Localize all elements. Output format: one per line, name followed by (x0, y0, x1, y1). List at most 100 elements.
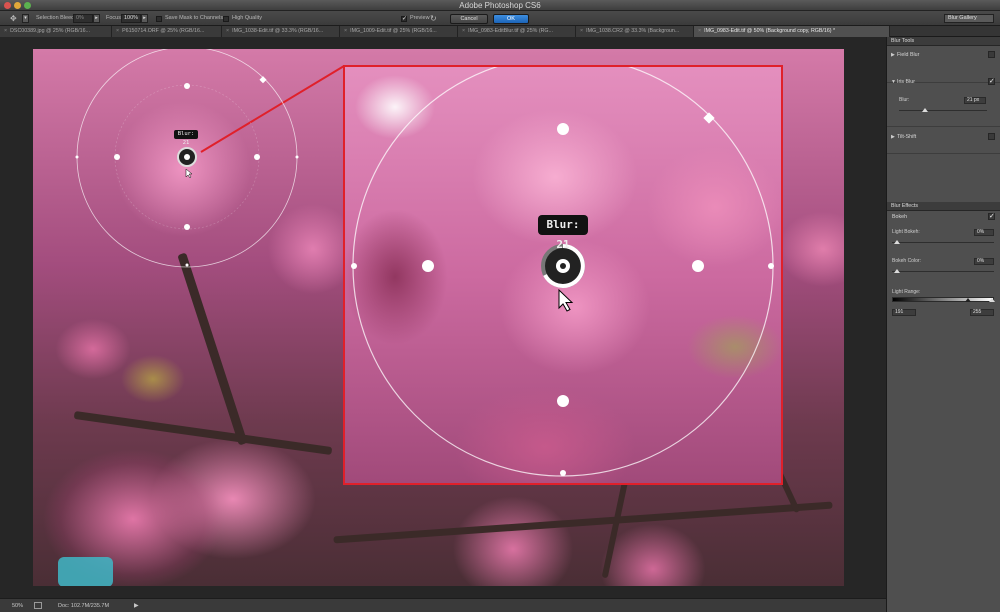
high-quality-checkbox[interactable] (223, 15, 229, 22)
ellipse-handle[interactable] (351, 263, 357, 269)
light-range-max-thumb[interactable] (989, 298, 995, 302)
blur-amount-label-large: Blur: 21 (538, 215, 588, 251)
tab-close-icon[interactable]: × (462, 28, 465, 34)
selection-bleed-label: Selection Bleed: (36, 15, 76, 21)
tilt-shift-checkbox[interactable] (988, 133, 995, 140)
tab-close-icon[interactable]: × (116, 28, 119, 34)
feather-handle[interactable] (422, 260, 434, 272)
expand-triangle-icon[interactable]: ▶ (891, 133, 895, 141)
cursor-arrow-icon (558, 288, 574, 312)
iris-blur-label: Iris Blur (897, 79, 915, 85)
blur-label: Blur: (899, 97, 910, 103)
blur-center-dot (560, 263, 566, 269)
document-tab-active[interactable]: × IMG_0983-Edit.tif @ 50% (Background cop… (694, 26, 890, 37)
roundness-handle[interactable] (259, 76, 267, 84)
light-bokeh-field[interactable]: 0% (974, 229, 994, 236)
roundness-handle[interactable] (703, 112, 715, 124)
iris-blur-section[interactable]: ▼ Iris Blur Blur: 21 px (887, 75, 1000, 127)
light-bokeh-slider-thumb[interactable] (894, 240, 900, 244)
feather-handle[interactable] (557, 123, 569, 135)
ellipse-handle[interactable] (75, 155, 79, 159)
tool-preset-dropdown[interactable]: ▾ (22, 14, 29, 23)
document-tab[interactable]: × P6150714.ORF @ 25% (RGB/16... (112, 26, 222, 37)
feather-handle[interactable] (557, 395, 569, 407)
document-tab[interactable]: × IMG_1009-Edit.tif @ 25% (RGB/16... (340, 26, 458, 37)
feather-handle[interactable] (692, 260, 704, 272)
high-quality-label: High Quality (232, 15, 262, 21)
document-size: Doc: 102.7M/235.7M (58, 603, 110, 609)
focus-dropdown[interactable]: ▸ (141, 14, 148, 23)
blur-slider-thumb[interactable] (922, 108, 929, 112)
window-title: Adobe Photoshop CS6 (459, 1, 541, 10)
blur-panel: Blur Tools ▶ Field Blur ▼ Iris Blur Blur… (886, 37, 1000, 612)
cursor-arrow-icon (185, 168, 193, 179)
save-mask-label: Save Mask to Channels (165, 15, 224, 21)
blur-tool-icon[interactable]: ✥ (10, 14, 20, 23)
light-range-min-field[interactable]: 191 (892, 309, 916, 316)
reset-pins-icon[interactable]: ↻ (430, 14, 437, 23)
feather-handle[interactable] (184, 224, 190, 230)
photo-canvas[interactable]: Blur: 21 Blur: 21 (33, 49, 844, 586)
bokeh-checkbox[interactable] (988, 212, 995, 220)
field-blur-checkbox[interactable] (988, 51, 995, 58)
light-range-min-thumb[interactable] (965, 298, 971, 302)
tilt-shift-section[interactable]: ▶ Tilt-Shift (887, 129, 1000, 154)
preview-checkbox[interactable] (401, 15, 407, 22)
zoom-level[interactable]: 50% (12, 602, 23, 610)
feather-handle[interactable] (184, 83, 190, 89)
magnified-inset: Blur: 21 (343, 65, 783, 485)
save-mask-checkbox[interactable] (156, 15, 162, 22)
field-blur-label: Field Blur (897, 52, 920, 58)
tab-close-icon[interactable]: × (4, 28, 7, 34)
callout-line (200, 65, 345, 153)
blur-effects-header: Blur Effects (887, 202, 1000, 211)
feather-handle[interactable] (254, 154, 260, 160)
document-tab[interactable]: × IMG_0983-EditBlur.tif @ 25% (RG... (458, 26, 576, 37)
expand-triangle-icon[interactable]: ▶ (891, 51, 895, 59)
collapse-triangle-icon[interactable]: ▼ (891, 78, 896, 86)
bokeh-color-field[interactable]: 0% (974, 258, 994, 265)
title-bar: Adobe Photoshop CS6 (0, 0, 1000, 11)
light-range-gradient[interactable] (892, 297, 994, 302)
selection-bleed-dropdown[interactable]: ▸ (93, 14, 100, 23)
status-menu-arrow-icon[interactable]: ▶ (134, 602, 139, 610)
light-range-max-field[interactable]: 255 (970, 309, 994, 316)
blur-value-field[interactable]: 21 px (964, 97, 986, 104)
bokeh-color-slider-thumb[interactable] (894, 269, 900, 273)
document-tab-bar: × DSC00389.jpg @ 25% (RGB/16... × P6150714… (0, 26, 1000, 37)
blur-tools-header: Blur Tools (887, 37, 1000, 46)
cancel-button[interactable]: Cancel (450, 13, 488, 24)
document-tab[interactable]: × IMG_1038-Edit.tif @ 33.3% (RGB/16... (222, 26, 340, 37)
ok-button[interactable]: OK (493, 13, 529, 24)
bokeh-color-slider-track[interactable] (892, 271, 994, 272)
workspace-select[interactable]: Blur Gallery (944, 14, 994, 23)
iris-blur-checkbox[interactable] (988, 77, 995, 85)
ellipse-handle[interactable] (560, 470, 566, 476)
iris-blur-overlay-large[interactable] (345, 67, 781, 483)
tab-close-icon[interactable]: × (580, 28, 583, 34)
light-bokeh-label: Light Bokeh: (892, 229, 920, 235)
tilt-shift-label: Tilt-Shift (897, 134, 917, 140)
ellipse-handle[interactable] (295, 155, 299, 159)
document-tab[interactable]: × DSC00389.jpg @ 25% (RGB/16... (0, 26, 112, 37)
ellipse-handle[interactable] (768, 263, 774, 269)
blur-center-pin[interactable] (184, 154, 190, 160)
feather-handle[interactable] (114, 154, 120, 160)
bokeh-section: Bokeh Light Bokeh: 0% Bokeh Color: 0% Li… (887, 212, 1000, 330)
tab-close-icon[interactable]: × (226, 28, 229, 34)
bokeh-label: Bokeh (892, 214, 908, 220)
blur-amount-label-small: Blur: 21 (174, 130, 198, 146)
canvas-workspace[interactable]: Blur: 21 Blur: 21 (0, 37, 886, 598)
light-bokeh-slider-track[interactable] (892, 242, 994, 243)
blur-slider-track[interactable] (899, 110, 987, 111)
options-bar: ✥ ▾ Selection Bleed: 0% ▸ Focus: 100% ▸ … (0, 11, 1000, 26)
tab-close-icon[interactable]: × (344, 28, 347, 34)
document-icon[interactable] (34, 602, 42, 609)
focus-field[interactable]: 100% (121, 14, 141, 23)
bokeh-color-label: Bokeh Color: (892, 258, 921, 264)
ellipse-handle[interactable] (185, 263, 189, 267)
selection-bleed-field[interactable]: 0% (73, 14, 93, 23)
document-tab[interactable]: × IMG_1038.CR2 @ 33.3% (Backgroun... (576, 26, 694, 37)
tab-close-icon[interactable]: × (698, 28, 701, 34)
status-bar: 50% Doc: 102.7M/235.7M ▶ (0, 598, 886, 612)
